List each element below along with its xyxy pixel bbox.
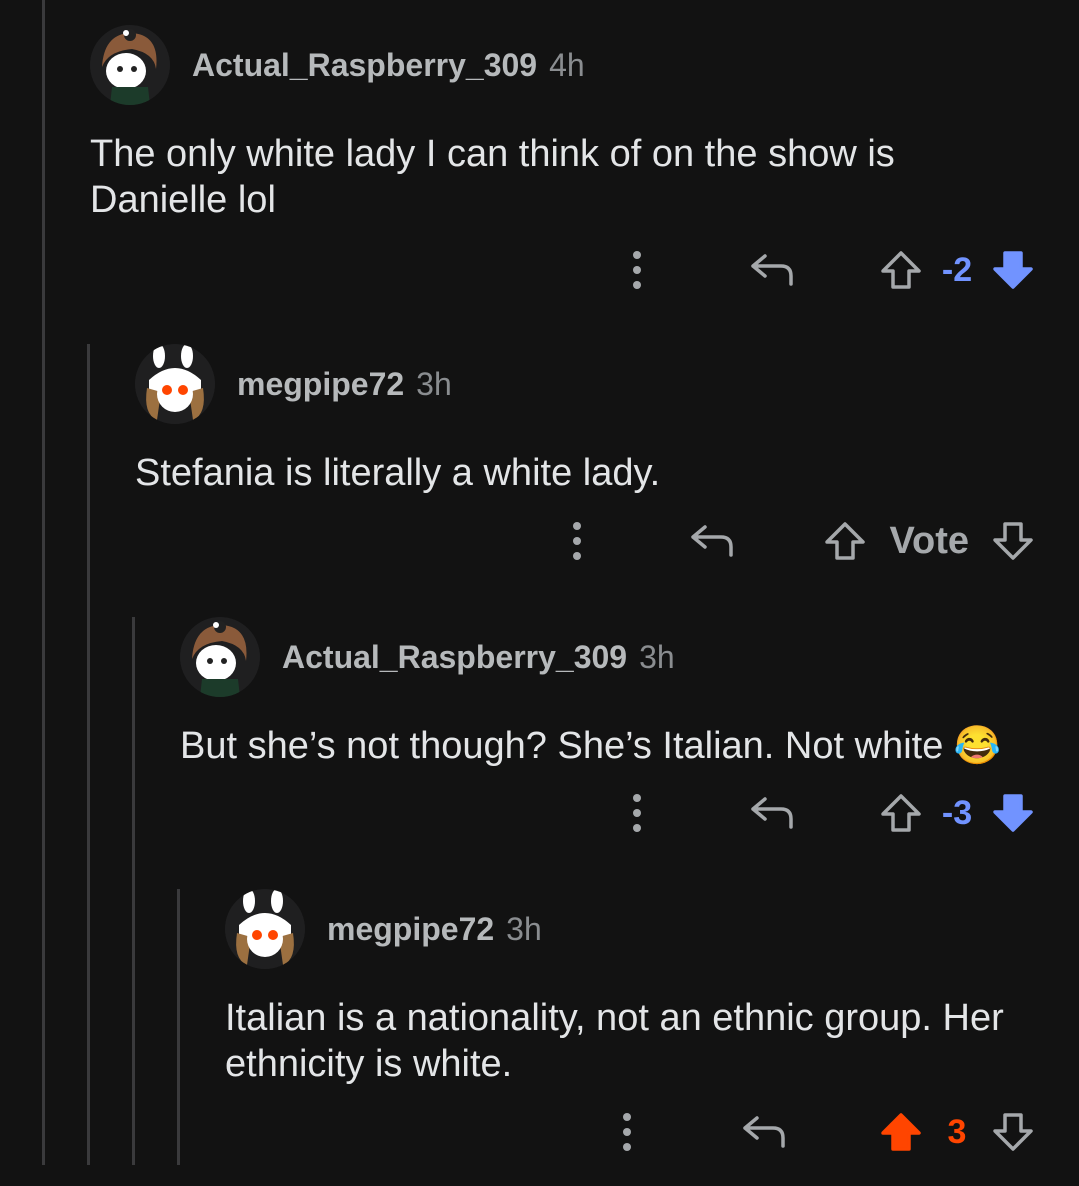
more-options-icon[interactable] — [607, 1102, 647, 1162]
comment-header: Actual_Raspberry_309 3h — [180, 617, 1035, 697]
reply-icon[interactable] — [689, 523, 735, 559]
comment: Actual_Raspberry_309 4h The only white l… — [90, 25, 1035, 305]
more-options-icon[interactable] — [617, 783, 657, 843]
vote-score: -3 — [941, 793, 973, 832]
thread-line-level-0[interactable] — [42, 0, 45, 1165]
thread-line-level-3[interactable] — [177, 889, 180, 1165]
downvote-icon[interactable] — [991, 521, 1035, 561]
vote-score: -2 — [941, 250, 973, 289]
comment-actions: -2 — [617, 240, 1035, 300]
comment-text: Stefania is literally a white lady. — [135, 452, 661, 494]
upvote-icon[interactable] — [823, 521, 867, 561]
bunny-ears-avatar-icon[interactable] — [225, 889, 305, 969]
comment-header: megpipe72 3h — [135, 344, 1035, 424]
username[interactable]: megpipe72 — [237, 366, 404, 403]
squirrel-hood-avatar-icon[interactable] — [180, 617, 260, 697]
timestamp: 3h — [506, 910, 542, 947]
reply-icon[interactable] — [741, 1114, 787, 1150]
comment: Actual_Raspberry_309 3h But she’s not th… — [180, 617, 1035, 857]
comment-text: Italian is a nationality, not an ethnic … — [225, 997, 1004, 1085]
username[interactable]: Actual_Raspberry_309 — [192, 47, 537, 84]
bunny-ears-avatar-icon[interactable] — [135, 344, 215, 424]
downvote-icon[interactable] — [991, 250, 1035, 290]
thread-line-level-2[interactable] — [132, 617, 135, 1165]
comment-text: But she’s not though? She’s Italian. Not… — [180, 725, 1002, 767]
comment-header: megpipe72 3h — [225, 889, 1035, 969]
reply-icon[interactable] — [749, 795, 795, 831]
upvote-icon[interactable] — [879, 1112, 923, 1152]
more-options-icon[interactable] — [617, 240, 657, 300]
upvote-icon[interactable] — [879, 793, 923, 833]
comment-actions: 3 — [607, 1102, 1035, 1162]
comment-text: The only white lady I can think of on th… — [90, 133, 895, 221]
username[interactable]: Actual_Raspberry_309 — [282, 639, 627, 676]
reply-icon[interactable] — [749, 252, 795, 288]
more-options-icon[interactable] — [557, 511, 597, 571]
timestamp: 3h — [416, 365, 452, 402]
timestamp: 3h — [639, 638, 675, 675]
vote-label: Vote — [889, 519, 969, 562]
downvote-icon[interactable] — [991, 793, 1035, 833]
comment-actions: -3 — [617, 783, 1035, 843]
comment: megpipe72 3h Italian is a nationality, n… — [225, 889, 1035, 1169]
vote-score: 3 — [947, 1112, 967, 1151]
squirrel-hood-avatar-icon[interactable] — [90, 25, 170, 105]
downvote-icon[interactable] — [991, 1112, 1035, 1152]
comment-header: Actual_Raspberry_309 4h — [90, 25, 1035, 105]
username[interactable]: megpipe72 — [327, 911, 494, 948]
comment: megpipe72 3h Stefania is literally a whi… — [135, 344, 1035, 584]
comment-actions: Vote — [557, 511, 1035, 571]
thread-line-level-1[interactable] — [87, 344, 90, 1165]
upvote-icon[interactable] — [879, 250, 923, 290]
timestamp: 4h — [549, 46, 585, 83]
